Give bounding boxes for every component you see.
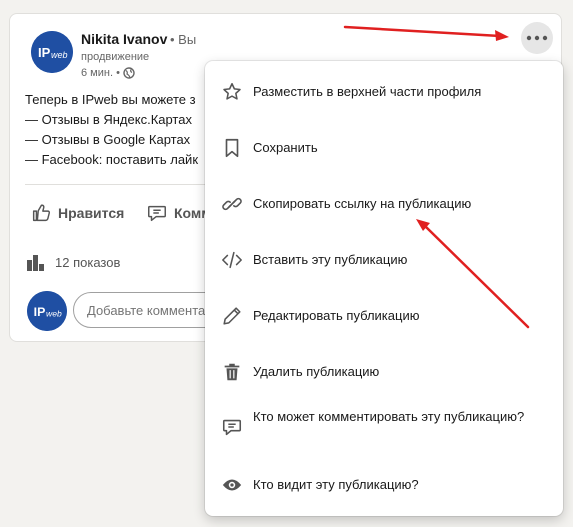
trash-icon	[220, 360, 244, 384]
post-text-line: — Facebook: поставить лайк	[25, 152, 199, 167]
pencil-icon	[220, 304, 244, 328]
author-avatar[interactable]: IP web	[31, 31, 73, 73]
menu-item-label: Вставить эту публикацию	[253, 252, 408, 267]
views-stats[interactable]: 12 показов	[25, 252, 120, 272]
menu-item-label: Скопировать ссылку на публикацию	[253, 196, 472, 211]
menu-item-label: Удалить публикацию	[253, 364, 380, 379]
bar-chart-icon	[27, 255, 44, 271]
svg-text:web: web	[51, 50, 68, 60]
menu-item-save[interactable]: Сохранить	[205, 136, 563, 160]
comment-icon	[148, 205, 166, 222]
commenter-avatar[interactable]: IP web	[27, 291, 67, 331]
code-icon	[220, 248, 244, 272]
svg-text:IP: IP	[38, 45, 51, 60]
ipweb-logo: IP web	[27, 291, 67, 331]
comment-button[interactable]: Комм	[146, 202, 212, 224]
views-label: 12 показов	[55, 254, 121, 270]
globe-icon	[123, 67, 135, 79]
menu-item-edit[interactable]: Редактировать публикацию	[205, 304, 563, 328]
post-text-line: — Отзывы в Google Картах	[25, 132, 191, 147]
ipweb-logo: IP web	[31, 31, 73, 73]
author-subtitle: продвижение	[81, 51, 150, 63]
menu-item-label: Кто видит эту публикацию?	[253, 477, 419, 492]
comment-icon	[220, 415, 244, 439]
star-icon	[220, 80, 244, 104]
author-degree: • Вы	[170, 32, 197, 47]
post-text-line: — Отзывы в Яндекс.Картах	[25, 112, 192, 127]
like-button[interactable]: Нравится	[30, 202, 124, 224]
eye-icon	[220, 473, 244, 497]
thumbs-up-icon	[32, 204, 51, 222]
menu-item-label: Кто может комментировать эту публикацию?	[253, 409, 525, 424]
bookmark-icon	[220, 136, 244, 160]
menu-item-label: Разместить в верхней части профиля	[253, 84, 482, 99]
menu-item-label: Сохранить	[253, 140, 318, 155]
more-options-button[interactable]	[521, 22, 553, 54]
link-icon	[220, 192, 244, 216]
post-options-menu: Разместить в верхней части профиля Сохра…	[205, 61, 563, 516]
post-time: 6 мин. •	[81, 67, 135, 79]
post-time-text: 6 мин. •	[81, 67, 120, 79]
menu-item-visibility[interactable]: Кто видит эту публикацию?	[205, 473, 563, 497]
menu-item-copy-link[interactable]: Скопировать ссылку на публикацию	[205, 192, 563, 216]
post-text: Теперь в IPweb вы можете з — Отзывы в Ян…	[25, 90, 198, 170]
menu-item-comment-settings[interactable]: Кто может комментировать эту публикацию?	[205, 407, 563, 447]
ellipsis-icon	[526, 35, 548, 41]
svg-text:web: web	[46, 309, 62, 319]
menu-item-pin-to-profile[interactable]: Разместить в верхней части профиля	[205, 80, 563, 104]
menu-item-embed[interactable]: Вставить эту публикацию	[205, 248, 563, 272]
menu-item-label: Редактировать публикацию	[253, 308, 420, 323]
author-name[interactable]: Nikita Ivanov	[81, 31, 167, 47]
svg-text:IP: IP	[34, 305, 46, 319]
like-label: Нравится	[58, 205, 125, 221]
menu-item-delete[interactable]: Удалить публикацию	[205, 360, 563, 384]
post-text-line: Теперь в IPweb вы можете з	[25, 92, 196, 107]
